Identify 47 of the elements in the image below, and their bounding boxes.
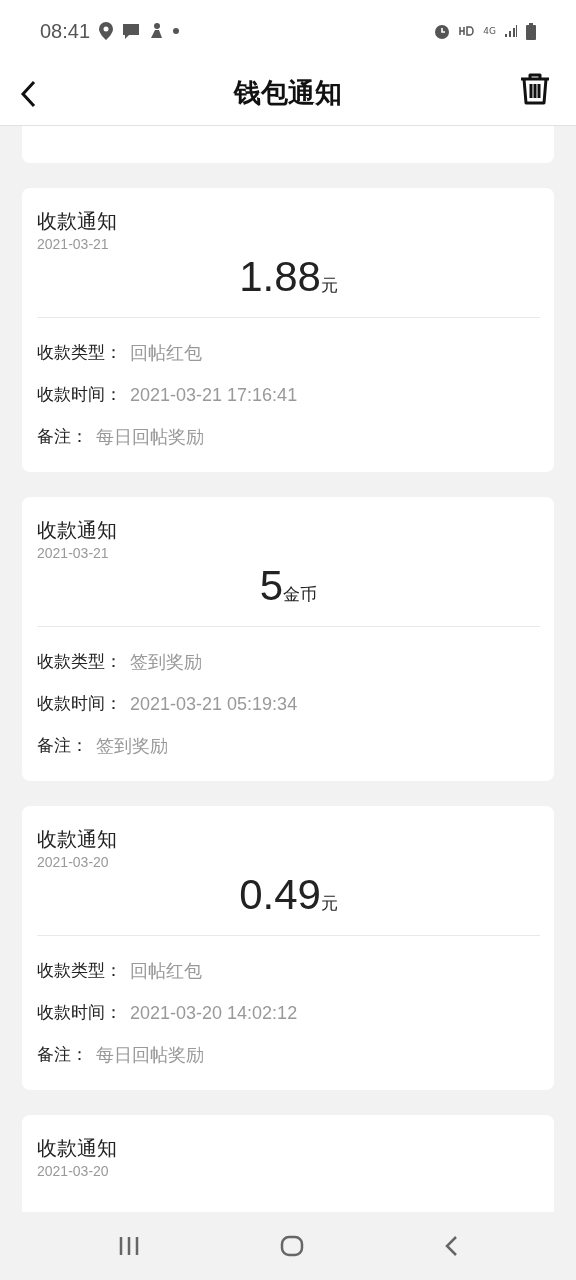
field-label: 收款类型： <box>37 959 122 983</box>
status-time: 08:41 <box>40 19 91 44</box>
field-label: 收款时间： <box>37 692 122 716</box>
figure-icon <box>148 22 165 40</box>
field-label: 备注： <box>37 734 88 758</box>
field-value: 每日回帖奖励 <box>96 425 204 449</box>
notice-title: 收款通知 <box>37 826 118 852</box>
field-value: 签到奖励 <box>96 734 168 758</box>
notice-title: 收款通知 <box>37 1135 118 1161</box>
field-value: 每日回帖奖励 <box>96 1043 204 1067</box>
field-label: 收款类型： <box>37 650 122 674</box>
field-value: 2021-03-21 17:16:41 <box>130 383 298 407</box>
amount: 0.49 <box>239 871 321 918</box>
location-pin-icon <box>98 21 115 41</box>
notice-title: 收款通知 <box>37 517 118 543</box>
alarm-icon <box>433 22 452 40</box>
network-type: 4G <box>483 26 496 36</box>
field-value: 回帖红包 <box>130 341 202 365</box>
amount-unit: 金币 <box>283 584 318 604</box>
amount: 1.88 <box>239 253 321 300</box>
notice-date: 2021-03-20 <box>37 853 110 872</box>
amount-unit: 元 <box>320 275 338 295</box>
hd-icon <box>459 26 476 36</box>
notice-date: 2021-03-20 <box>37 1162 110 1181</box>
field-label: 收款类型： <box>37 341 122 365</box>
page-title: 钱包通知 <box>234 76 342 111</box>
field-label: 备注： <box>37 425 88 449</box>
battery-icon <box>526 22 536 40</box>
back-icon[interactable] <box>20 80 36 108</box>
amount-unit: 元 <box>320 893 338 913</box>
recent-apps-icon[interactable] <box>118 1236 140 1256</box>
chat-bubble-icon <box>122 22 141 40</box>
field-value: 签到奖励 <box>130 650 202 674</box>
amount: 5 <box>259 562 284 609</box>
field-label: 备注： <box>37 1043 88 1067</box>
notice-date: 2021-03-21 <box>37 235 110 254</box>
trash-icon[interactable] <box>519 72 551 106</box>
signal-icon <box>504 24 518 38</box>
home-icon[interactable] <box>280 1235 304 1257</box>
field-value: 回帖红包 <box>130 959 202 983</box>
field-value: 2021-03-20 14:02:12 <box>130 1001 298 1025</box>
field-label: 收款时间： <box>37 383 122 407</box>
notice-title: 收款通知 <box>37 208 118 234</box>
dot-icon <box>172 27 181 35</box>
field-value: 2021-03-21 05:19:34 <box>130 692 298 716</box>
notice-date: 2021-03-21 <box>37 544 110 563</box>
field-label: 收款时间： <box>37 1001 122 1025</box>
